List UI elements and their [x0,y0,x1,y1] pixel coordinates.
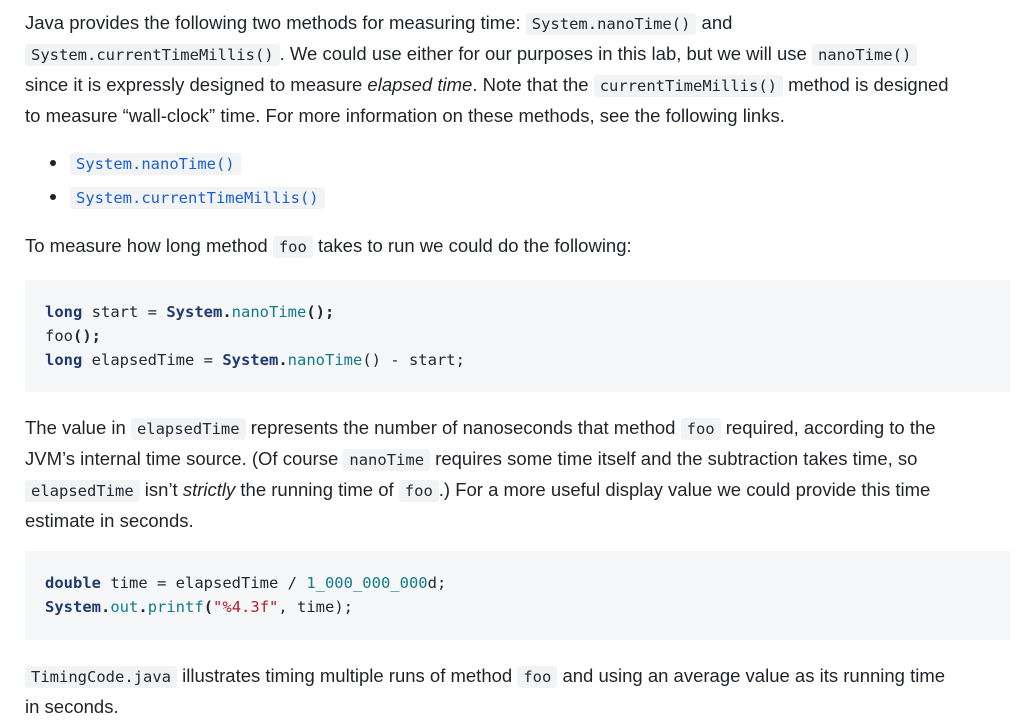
code-text: d; [427,574,447,592]
code-punct: . [101,598,111,616]
inline-code: foo [680,418,721,440]
list-item: System.nanoTime() [50,146,325,180]
code-line: System.out.printf("%4.3f", time); [45,595,990,619]
inline-code: foo [272,236,313,258]
code-line: long elapsedTime = System.nanoTime() - s… [45,348,990,372]
text: in seconds. [25,696,119,717]
code-text: foo [45,327,73,345]
text: and [696,12,733,33]
code-method: nanoTime [231,303,307,321]
text: requires some time itself and the subtra… [430,448,918,469]
emphasis: elapsed time [367,74,473,95]
paragraph-elapsed: The value in elapsedTime represents the … [25,413,1015,536]
text: estimate in seconds. [25,510,194,531]
code-text: start = [82,303,167,321]
list-item: System.currentTimeMillis() [50,180,325,214]
code-punct: . [278,351,288,369]
document-page: Java provides the following two methods … [0,0,1024,721]
code-keyword: long [45,303,83,321]
text: takes to run we could do the following: [312,235,632,256]
code-class: System [166,303,223,321]
code-punct: . [138,598,148,616]
text: method is designed [783,74,949,95]
code-method: nanoTime [287,351,363,369]
code-punct: (); [306,303,335,321]
code-punct: . [222,303,232,321]
emphasis: strictly [182,479,236,500]
link-currenttimemillis[interactable]: System.currentTimeMillis() [70,186,325,209]
code-punct: ( [203,598,214,616]
code-method: printf [147,598,204,616]
code-line: double time = elapsedTime / 1_000_000_00… [45,571,990,595]
code-number: 1_000_000_000 [306,574,428,592]
inline-code: System.nanoTime() [525,13,697,35]
text: . Note that the [472,74,594,95]
text: . We could use either for our purposes i… [279,43,812,64]
inline-code: foo [517,666,558,688]
text: the running time of [235,479,399,500]
code-line: long start = System.nanoTime(); [45,300,990,324]
paragraph-intro: Java provides the following two methods … [25,8,1015,131]
code-string: "%4.3f" [213,598,279,616]
code-class: System [45,598,101,616]
text: to measure “wall-clock” time. For more i… [25,105,785,126]
code-punct: (); [73,327,101,345]
code-text: () - start; [362,351,465,369]
code-text: , time); [278,598,354,616]
link-list: System.nanoTime() System.currentTimeMill… [25,146,325,214]
text: To measure how long method [25,235,273,256]
paragraph-timingcode: TimingCode.java illustrates timing multi… [25,661,1015,722]
text: since it is expressly designed to measur… [25,74,368,95]
link-label[interactable]: System.currentTimeMillis() [70,187,325,209]
code-line: foo(); [45,324,990,348]
text: represents the number of nanoseconds tha… [245,417,681,438]
text: The value in [25,417,131,438]
code-block-seconds: double time = elapsedTime / 1_000_000_00… [25,551,1010,640]
text: required, according to the [720,417,936,438]
text: illustrates timing multiple runs of meth… [176,665,518,686]
inline-code: elapsedTime [25,480,140,502]
inline-code: nanoTime [343,449,431,471]
inline-code: elapsedTime [130,418,246,440]
text: JVM’s internal time source. (Of course [25,448,344,469]
inline-code: foo [398,480,439,502]
text: Java provides the following two methods … [25,12,526,33]
code-text: time = elapsedTime / [101,574,307,592]
paragraph-measure: To measure how long method foo takes to … [25,231,1015,262]
code-keyword: double [45,574,101,592]
text: .) For a more useful display value we co… [438,479,931,500]
link-label[interactable]: System.nanoTime() [70,153,241,175]
inline-code: nanoTime() [811,44,918,66]
code-class: System [222,351,279,369]
inline-code: currentTimeMillis() [593,75,783,97]
inline-code: TimingCode.java [25,666,177,688]
inline-code: System.currentTimeMillis() [25,44,280,66]
code-text: elapsedTime = [82,351,223,369]
link-nanotime[interactable]: System.nanoTime() [70,152,241,175]
code-field: out [110,598,139,616]
code-block-timing: long start = System.nanoTime(); foo(); l… [25,280,1010,392]
text: isn’t [139,479,183,500]
code-keyword: long [45,351,83,369]
text: and using an average value as its runnin… [557,665,946,686]
